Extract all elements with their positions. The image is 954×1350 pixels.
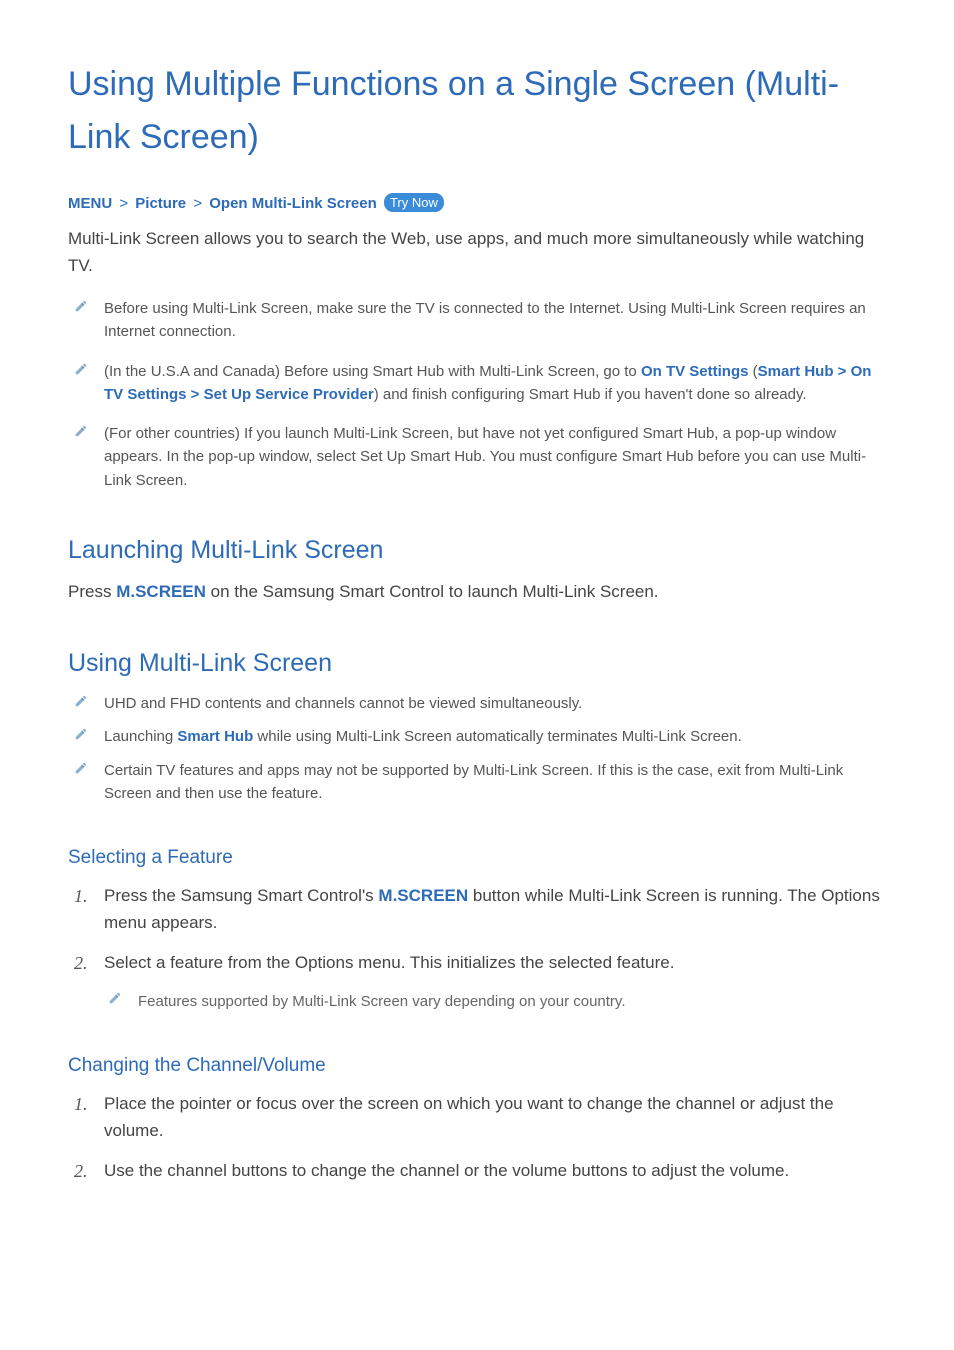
note-suffix: while using Multi-Link Screen automatica… [253, 728, 742, 745]
pencil-icon [74, 761, 88, 775]
pencil-icon [74, 362, 88, 376]
step-prefix: Press the Samsung Smart Control's [104, 886, 378, 905]
mscreen-button-label: M.SCREEN [378, 886, 468, 905]
selecting-steps: Press the Samsung Smart Control's M.SCRE… [68, 883, 886, 1013]
note-text: UHD and FHD contents and channels cannot… [104, 695, 582, 712]
heading-using: Using Multi-Link Screen [68, 649, 886, 678]
note-item: Before using Multi-Link Screen, make sur… [68, 297, 886, 344]
step-item: Press the Samsung Smart Control's M.SCRE… [68, 883, 886, 936]
note-text: (For other countries) If you launch Mult… [104, 425, 866, 489]
note-item: UHD and FHD contents and channels cannot… [68, 692, 886, 715]
page-title: Using Multiple Functions on a Single Scr… [68, 58, 886, 163]
text-prefix: Press [68, 582, 116, 601]
note-item: (In the U.S.A and Canada) Before using S… [68, 360, 886, 407]
note-prefix: Launching [104, 728, 177, 745]
top-notes-list: Before using Multi-Link Screen, make sur… [68, 297, 886, 492]
note-text: Before using Multi-Link Screen, make sur… [104, 300, 866, 340]
link-on-tv-settings: On TV Settings [641, 363, 749, 380]
note-prefix: (In the U.S.A and Canada) Before using S… [104, 363, 641, 380]
sub-note-text: Features supported by Multi-Link Screen … [138, 993, 626, 1010]
step-item: Place the pointer or focus over the scre… [68, 1091, 886, 1144]
breadcrumb-sep: > [119, 195, 128, 212]
using-notes-list: UHD and FHD contents and channels cannot… [68, 692, 886, 805]
mscreen-button-label: M.SCREEN [116, 582, 206, 601]
step-item: Use the channel buttons to change the ch… [68, 1158, 886, 1184]
text-suffix: on the Samsung Smart Control to launch M… [206, 582, 659, 601]
link-smart-hub: Smart Hub [177, 728, 253, 745]
paren: ( [748, 363, 757, 380]
heading-launching: Launching Multi-Link Screen [68, 536, 886, 565]
pencil-icon [74, 299, 88, 313]
sep: > [187, 386, 204, 403]
heading-changing: Changing the Channel/Volume [68, 1055, 886, 1077]
step-text: Place the pointer or focus over the scre… [104, 1094, 834, 1139]
step-text: Select a feature from the Options menu. … [104, 953, 674, 972]
note-item: (For other countries) If you launch Mult… [68, 422, 886, 492]
intro-text: Multi-Link Screen allows you to search t… [68, 226, 886, 279]
link-setup-provider: Set Up Service Provider [204, 386, 374, 403]
sep: > [833, 363, 850, 380]
pencil-icon [74, 694, 88, 708]
breadcrumb-menu: MENU [68, 195, 112, 212]
breadcrumb-picture: Picture [135, 195, 186, 212]
note-suffix: and finish configuring Smart Hub if you … [379, 386, 807, 403]
heading-selecting: Selecting a Feature [68, 847, 886, 869]
step-item: Select a feature from the Options menu. … [68, 950, 886, 1014]
breadcrumb-sep: > [193, 195, 202, 212]
breadcrumb: MENU > Picture > Open Multi-Link Screen … [68, 193, 886, 212]
note-item: Certain TV features and apps may not be … [68, 759, 886, 806]
link-smart-hub: Smart Hub [758, 363, 834, 380]
pencil-icon [74, 727, 88, 741]
launching-text: Press M.SCREEN on the Samsung Smart Cont… [68, 579, 886, 605]
step-text: Use the channel buttons to change the ch… [104, 1161, 789, 1180]
pencil-icon [108, 991, 122, 1005]
note-text: Certain TV features and apps may not be … [104, 762, 843, 802]
note-item: Launching Smart Hub while using Multi-Li… [68, 725, 886, 748]
sub-note: Features supported by Multi-Link Screen … [104, 990, 886, 1013]
breadcrumb-open: Open Multi-Link Screen [209, 195, 377, 212]
pencil-icon [74, 424, 88, 438]
changing-steps: Place the pointer or focus over the scre… [68, 1091, 886, 1184]
try-now-badge[interactable]: Try Now [384, 193, 444, 212]
